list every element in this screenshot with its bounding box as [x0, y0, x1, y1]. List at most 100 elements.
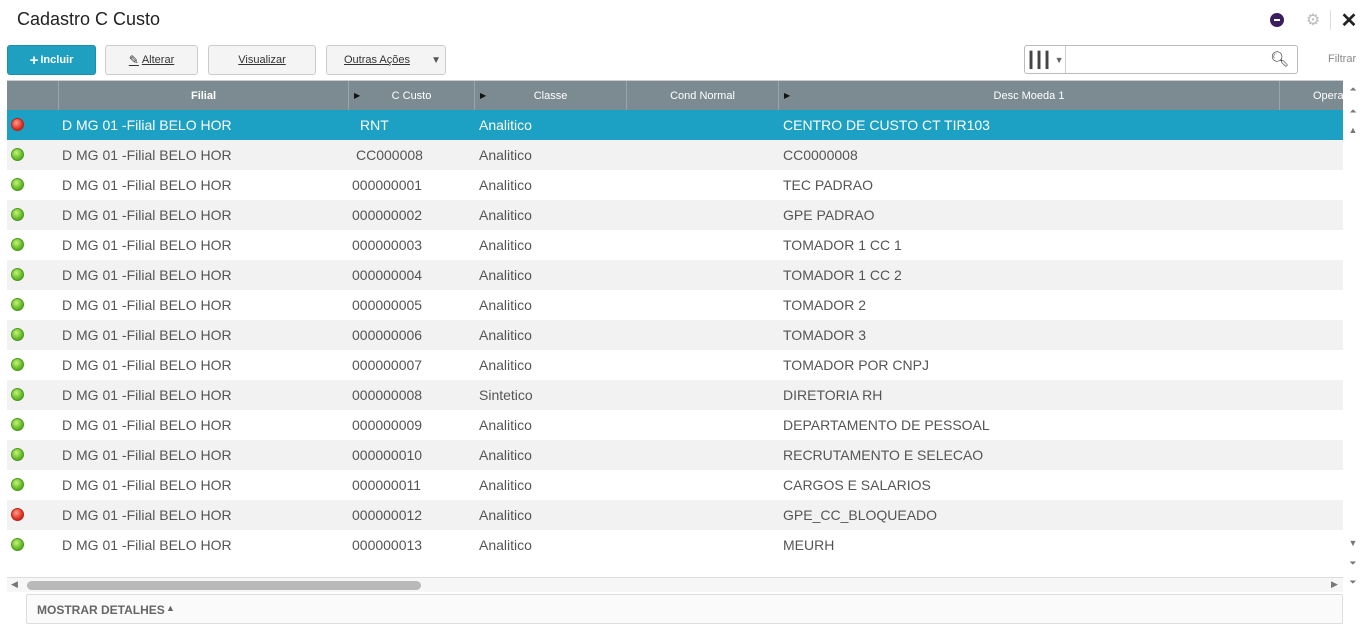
scroll-right-icon[interactable]: ▶ [1331, 579, 1338, 590]
status-green-icon [11, 418, 24, 431]
cell-filial: D MG 01 -Filial BELO HOR [62, 147, 232, 163]
horizontal-scrollbar[interactable]: ◀ ▶ [7, 577, 1343, 592]
cell-ccusto: 000000009 [352, 417, 423, 433]
cell-filial: D MG 01 -Filial BELO HOR [62, 177, 232, 193]
cell-desc-moeda: CC0000008 [783, 147, 858, 163]
scroll-down-icon[interactable]: ▼ [1347, 536, 1359, 550]
header-desc-label: Desc Moeda 1 [993, 89, 1065, 102]
cell-desc-moeda: CENTRO DE CUSTO CT TIR103 [783, 117, 990, 133]
cell-desc-moeda: GPE_CC_BLOQUEADO [783, 507, 938, 523]
alterar-button[interactable]: ✎ Alterar [105, 45, 198, 75]
cell-filial: D MG 01 -Filial BELO HOR [62, 267, 232, 283]
table-row[interactable]: D MG 01 -Filial BELO HOR 000000007 Analiti… [7, 350, 1343, 380]
vertical-scrollbar[interactable]: ⏶ ⏶ ▲ ▼ ⏷ ⏷ [1345, 80, 1361, 592]
table-row[interactable]: D MG 01 -Filial BELO HOR 000000012 Analiti… [7, 500, 1343, 530]
header-filial-label: Filial [190, 89, 217, 102]
table-row[interactable]: D MG 01 -Filial BELO HOR 000000005 Analiti… [7, 290, 1343, 320]
gear-icon[interactable]: ⚙ [1304, 11, 1322, 29]
filtrar-link[interactable]: Filtrar [1328, 53, 1356, 65]
page-title: Cadastro C Custo [17, 9, 161, 29]
status-green-icon [11, 388, 24, 401]
header-classe-label: Classe [533, 89, 568, 102]
cell-ccusto: 000000011 [352, 477, 422, 493]
table-row[interactable]: D MG 01 -Filial BELO HOR 000000008 Sinteti… [7, 380, 1343, 410]
cell-ccusto: 000000007 [352, 357, 423, 373]
cell-classe: Analitico [479, 507, 532, 523]
table-row[interactable]: D MG 01 -Filial BELO HOR 000000013 Analiti… [7, 530, 1343, 560]
cell-filial: D MG 01 -Filial BELO HOR [62, 507, 232, 523]
cell-filial: D MG 01 -Filial BELO HOR [62, 117, 232, 133]
scroll-up-icon[interactable]: ▲ [1347, 123, 1359, 137]
cell-desc-moeda: RECRUTAMENTO E SELECAO [783, 447, 984, 463]
search-input[interactable] [1069, 49, 1269, 70]
table-row[interactable]: D MG 01 -Filial BELO HOR 000000009 Analiti… [7, 410, 1343, 440]
table-row[interactable]: D MG 01 -Filial BELO HOR 000000010 Analiti… [7, 440, 1343, 470]
app-window: Cadastro C Custo ⚙ ✕ + Incluir ✎ Alterar… [0, 0, 1365, 629]
outras-acoes-button[interactable]: Outras Ações ▼ [326, 45, 446, 75]
cell-ccusto: 000000008 [352, 387, 423, 403]
grid-header: Filial ▶ C Custo ▶ Classe Cond Normal ▶ … [7, 81, 1343, 110]
scroll-top-icon[interactable]: ⏶ [1347, 82, 1359, 96]
cell-desc-moeda: TOMADOR 3 [783, 327, 866, 343]
chevron-up-icon: ▲ [166, 603, 175, 613]
mostrar-detalhes-bar[interactable]: MOSTRAR DETALHES ▲ [26, 594, 1343, 624]
cell-filial: D MG 01 -Filial BELO HOR [62, 417, 232, 433]
sort-arrow-icon: ▶ [784, 91, 791, 100]
cell-desc-moeda: TOMADOR 1 CC 1 [783, 237, 902, 253]
visualizar-button[interactable]: Visualizar [208, 45, 316, 75]
circle-minus-icon[interactable] [1268, 11, 1286, 29]
header-desc-moeda[interactable]: ▶ Desc Moeda 1 [779, 81, 1280, 110]
cell-filial: D MG 01 -Filial BELO HOR [62, 297, 232, 313]
status-green-icon [11, 538, 24, 551]
header-opera[interactable]: Opera [1280, 81, 1343, 110]
cell-classe: Analitico [479, 207, 532, 223]
cell-ccusto: 000000004 [352, 267, 423, 283]
status-green-icon [11, 328, 24, 341]
header-filial[interactable]: Filial [59, 81, 349, 110]
header-classe[interactable]: ▶ Classe [475, 81, 627, 110]
scroll-page-up-icon[interactable]: ⏶ [1347, 104, 1359, 118]
cell-filial: D MG 01 -Filial BELO HOR [62, 387, 232, 403]
cell-classe: Analitico [479, 177, 532, 193]
horizontal-scroll-thumb[interactable] [27, 581, 421, 590]
scroll-bottom-icon[interactable]: ⏷ [1347, 575, 1359, 589]
table-row[interactable]: D MG 01 -Filial BELO HOR 000000004 Analiti… [7, 260, 1343, 290]
scroll-page-down-icon[interactable]: ⏷ [1347, 556, 1359, 570]
cell-desc-moeda: CARGOS E SALARIOS [783, 477, 931, 493]
caret-down-icon: ▼ [431, 55, 441, 66]
table-row[interactable]: D MG 01 -Filial BELO HOR RNT Analitico CENT… [7, 110, 1343, 140]
cell-classe: Analitico [479, 327, 532, 343]
mostrar-detalhes-label: MOSTRAR DETALHES [37, 603, 165, 617]
cell-classe: Analitico [479, 417, 532, 433]
incluir-button[interactable]: + Incluir [7, 45, 96, 75]
columns-icon: ┃┃┃ [1026, 51, 1051, 69]
header-cond-label: Cond Normal [670, 89, 735, 102]
header-status [7, 81, 59, 110]
cell-desc-moeda: GPE PADRAO [783, 207, 875, 223]
header-ccusto-label: C Custo [391, 89, 432, 102]
table-row[interactable]: D MG 01 -Filial BELO HOR 000000002 Analiti… [7, 200, 1343, 230]
status-green-icon [11, 448, 24, 461]
close-icon[interactable]: ✕ [1340, 10, 1358, 32]
table-row[interactable]: D MG 01 -Filial BELO HOR 000000001 Analiti… [7, 170, 1343, 200]
table-row[interactable]: D MG 01 -Filial BELO HOR 000000003 Analiti… [7, 230, 1343, 260]
data-grid: Filial ▶ C Custo ▶ Classe Cond Normal ▶ … [7, 80, 1343, 576]
table-row[interactable]: D MG 01 -Filial BELO HOR CC000008 Analitic… [7, 140, 1343, 170]
title-bar: Cadastro C Custo ⚙ ✕ [0, 0, 1365, 40]
alterar-label: Alterar [141, 54, 175, 66]
cell-classe: Analitico [479, 297, 532, 313]
scroll-left-icon[interactable]: ◀ [11, 579, 18, 590]
column-picker[interactable]: ┃┃┃ ▼ [1025, 46, 1066, 73]
plus-icon: + [29, 51, 39, 69]
table-row[interactable]: D MG 01 -Filial BELO HOR 000000011 Analiti… [7, 470, 1343, 500]
cell-classe: Analitico [479, 147, 532, 163]
cell-desc-moeda: DEPARTAMENTO DE PESSOAL [783, 417, 990, 433]
title-separator [1330, 10, 1331, 30]
header-ccusto[interactable]: ▶ C Custo [349, 81, 475, 110]
cell-filial: D MG 01 -Filial BELO HOR [62, 327, 232, 343]
cell-filial: D MG 01 -Filial BELO HOR [62, 537, 232, 553]
table-row[interactable]: D MG 01 -Filial BELO HOR 000000006 Analiti… [7, 320, 1343, 350]
cell-filial: D MG 01 -Filial BELO HOR [62, 357, 232, 373]
search-icon[interactable]: 🔍︎ [1270, 50, 1289, 68]
header-cond-normal[interactable]: Cond Normal [627, 81, 779, 110]
